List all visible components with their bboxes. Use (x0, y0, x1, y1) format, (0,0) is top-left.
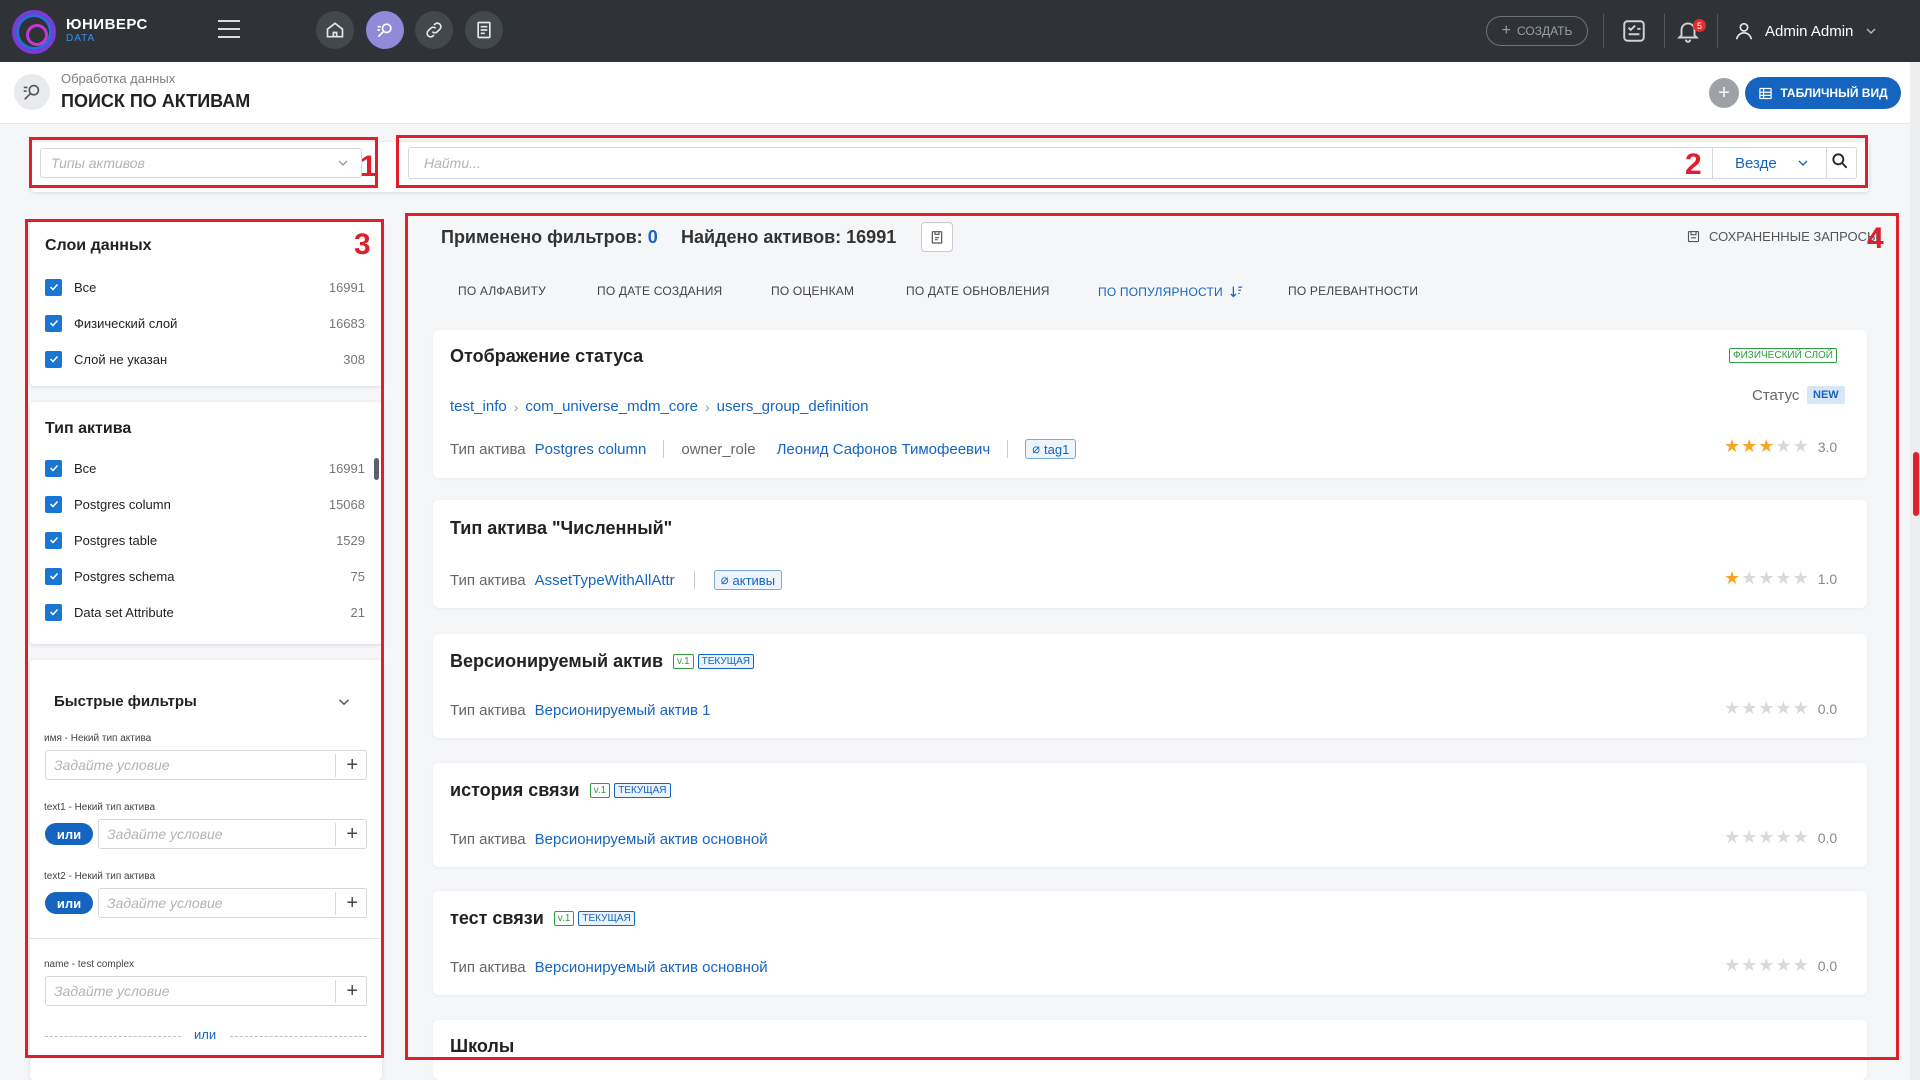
table-view-label: ТАБЛИЧНЫЙ ВИД (1780, 86, 1888, 100)
breadcrumb[interactable]: Обработка данных (61, 71, 175, 86)
annotation-label-2: 2 (1685, 148, 1702, 181)
divider (1717, 14, 1718, 48)
divider (1664, 14, 1665, 48)
tasks-icon[interactable] (1621, 18, 1647, 44)
create-label: СОЗДАТЬ (1516, 24, 1573, 38)
page-title: ПОИСК ПО АКТИВАМ (61, 91, 251, 111)
brand-name: ЮНИВЕРС (66, 16, 148, 33)
chevron-down-icon (1866, 28, 1876, 34)
create-button[interactable]: + СОЗДАТЬ (1486, 16, 1588, 46)
page-icon (14, 74, 50, 110)
logo-icon[interactable] (12, 10, 56, 54)
table-icon (1759, 87, 1773, 99)
link-icon[interactable] (415, 11, 453, 49)
home-icon[interactable] (316, 11, 354, 49)
menu-icon[interactable] (218, 20, 246, 42)
annotation-box-2 (396, 135, 1868, 188)
annotation-box-3 (25, 219, 384, 1058)
page-header (0, 62, 1920, 124)
notification-badge: 5 (1693, 19, 1706, 32)
annotation-label-1: 1 (360, 150, 377, 183)
user-menu[interactable]: Admin Admin (1733, 18, 1879, 44)
plus-icon: + (1501, 22, 1511, 39)
document-icon[interactable] (465, 11, 503, 49)
divider (1603, 14, 1604, 48)
user-name: Admin Admin (1765, 22, 1854, 40)
add-button[interactable]: + (1709, 78, 1739, 108)
user-icon (1735, 22, 1753, 40)
annotation-label-3: 3 (354, 228, 371, 261)
annotation-box-1 (29, 137, 378, 188)
table-view-button[interactable]: ТАБЛИЧНЫЙ ВИД (1745, 77, 1901, 109)
page-scrollbar-thumb[interactable] (1913, 452, 1919, 516)
annotation-label-4: 4 (1867, 222, 1884, 255)
asset-search-icon[interactable] (366, 11, 404, 49)
annotation-box-4 (405, 213, 1899, 1060)
brand-subtitle: DATA (66, 33, 96, 44)
page-scrollbar-track (1910, 62, 1920, 1080)
